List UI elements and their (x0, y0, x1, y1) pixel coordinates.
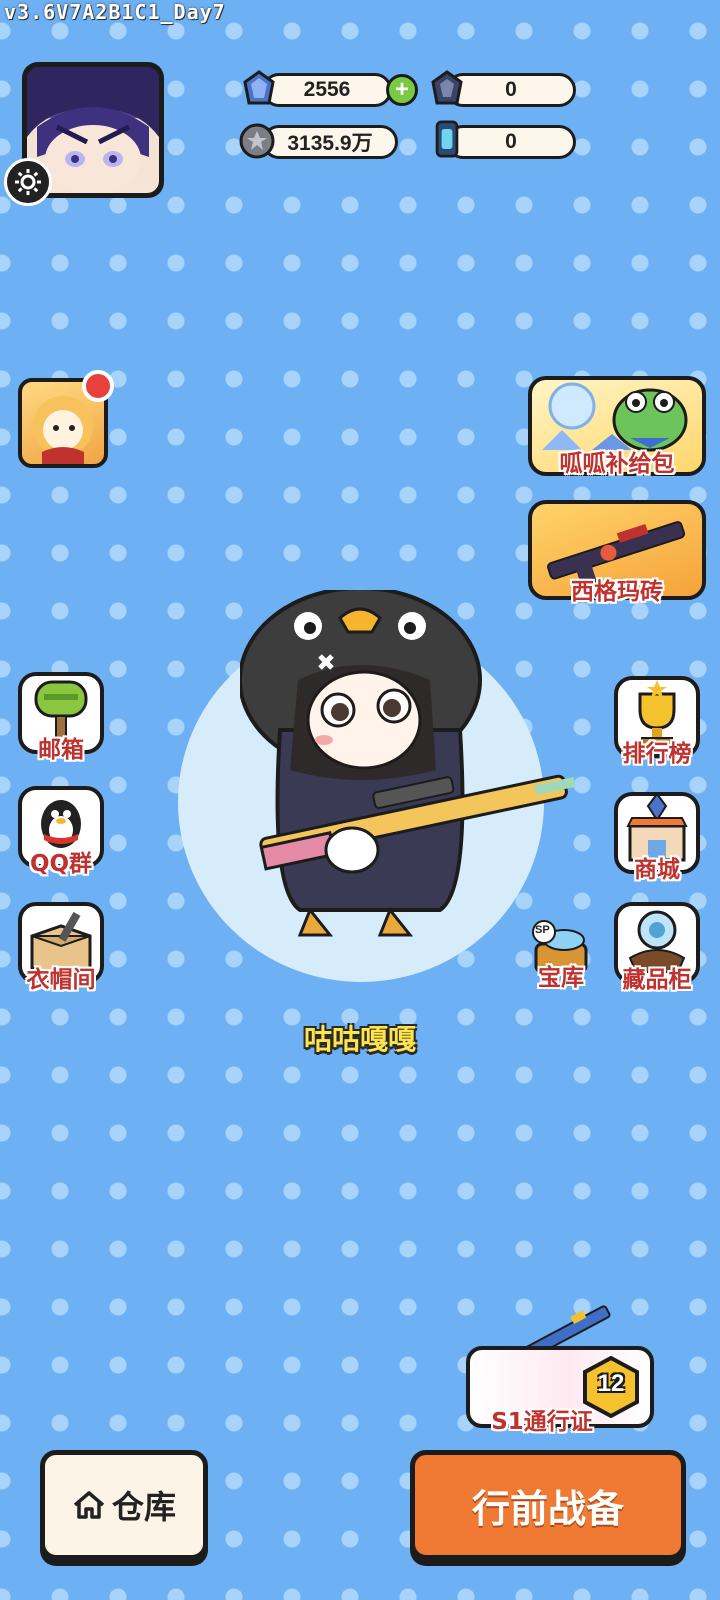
supply-pack-label: 呱呱补给包 (559, 451, 675, 477)
gems-value: 2556 (303, 78, 351, 101)
gem-icon (243, 70, 275, 105)
home-icon (73, 1491, 105, 1519)
tickets-value: 0 (505, 130, 517, 153)
battle-pass-level: 12 (597, 1370, 625, 1397)
shop-label: 商城 (634, 857, 680, 883)
dark-crystal-icon (431, 70, 463, 105)
battle-pass-button[interactable]: 12 S1通行证 (466, 1346, 654, 1435)
qq-group-label: QQ群 (29, 851, 93, 877)
gear-icon (15, 169, 41, 195)
mailbox-label: 邮箱 (38, 737, 84, 763)
battle-prep-label: 行前战备 (471, 1486, 624, 1531)
mailbox-button[interactable]: 邮箱 (18, 672, 104, 763)
warehouse-button[interactable]: 仓库 (40, 1450, 208, 1560)
penguin-girl-character-icon[interactable] (240, 590, 580, 940)
coin-icon (239, 123, 275, 159)
battle-pass-label: S1通行证 (491, 1409, 593, 1435)
wardrobe-label: 衣帽间 (26, 967, 96, 993)
shards-value: 0 (505, 78, 517, 101)
coins-counter: 3135.9万 (262, 125, 398, 159)
shop-button[interactable]: 商城 (614, 792, 700, 883)
vault-label: 宝库 (538, 965, 584, 991)
settings-button[interactable] (4, 158, 52, 206)
wardrobe-button[interactable]: 衣帽间 (18, 902, 104, 993)
player-name: 咕咕嘎嘎 (303, 1023, 416, 1056)
leaderboard-button[interactable]: 排行榜 (614, 676, 700, 767)
qq-group-button[interactable]: QQ群 (18, 786, 104, 877)
supply-pack-button[interactable]: 呱呱补给包 (528, 376, 706, 477)
collection-button[interactable]: 藏品柜 (614, 902, 700, 993)
capsule-icon (435, 120, 459, 158)
collection-label: 藏品柜 (622, 967, 692, 993)
battle-prep-button[interactable]: 行前战备 (410, 1450, 686, 1560)
version-label: v3.6V7A2B1C1_Day7 (4, 0, 226, 24)
gems-counter: 2556 (262, 73, 392, 107)
coins-value: 3135.9万 (287, 132, 373, 155)
warehouse-label: 仓库 (111, 1488, 176, 1526)
add-gems-button[interactable]: + (386, 74, 418, 106)
notification-dot (82, 370, 114, 402)
leaderboard-label: 排行榜 (622, 741, 692, 767)
sigma-brick-button[interactable]: 西格玛砖 (528, 500, 706, 605)
sigma-brick-label: 西格玛砖 (571, 579, 663, 605)
